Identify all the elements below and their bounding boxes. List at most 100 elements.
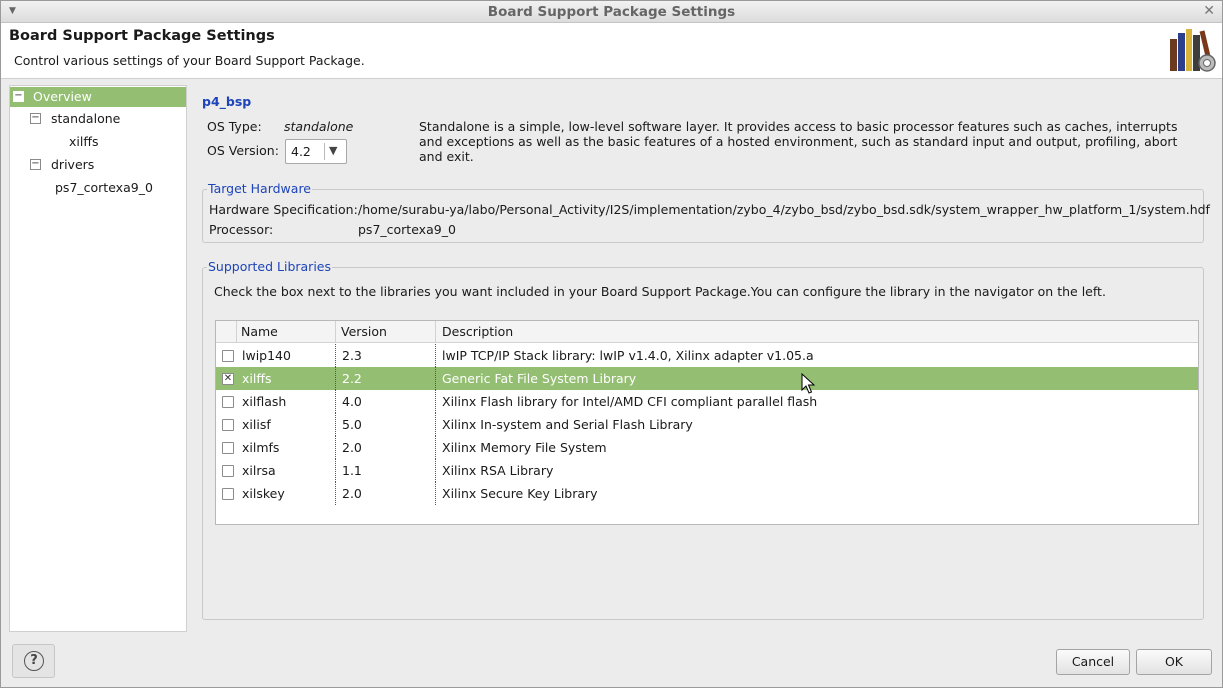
supported-libraries-group: Supported Libraries Check the box next t… [202, 259, 1204, 620]
dialog-header: Board Support Package Settings Control v… [1, 23, 1222, 79]
select-divider [324, 143, 325, 160]
os-version-value: 4.2 [291, 144, 311, 159]
cell-divider [435, 390, 436, 413]
column-divider [435, 321, 436, 343]
library-version: 2.0 [342, 486, 362, 501]
title-bar: ▼ Board Support Package Settings ✕ [1, 1, 1222, 23]
os-type-value: standalone [284, 119, 354, 134]
library-version: 2.3 [342, 348, 362, 363]
cell-divider [435, 413, 436, 436]
cell-divider [435, 367, 436, 390]
collapse-icon[interactable]: − [30, 159, 41, 170]
close-icon[interactable]: ✕ [1203, 3, 1215, 19]
library-name: xilffs [242, 371, 272, 386]
libraries-table: Name Version Description lwip140 2.3 lwI… [215, 320, 1199, 525]
os-version-label: OS Version: [207, 143, 279, 158]
table-row[interactable]: xilskey 2.0 Xilinx Secure Key Library [216, 482, 1198, 505]
column-divider [335, 321, 336, 343]
supported-libraries-title: Supported Libraries [207, 259, 332, 274]
libraries-instructions: Check the box next to the libraries you … [214, 284, 1106, 299]
library-version: 2.0 [342, 440, 362, 455]
column-divider [236, 321, 237, 343]
library-checkbox[interactable]: ✕ [222, 373, 234, 385]
os-type-label: OS Type: [207, 119, 262, 134]
processor-label: Processor: [209, 222, 274, 237]
header-title: Board Support Package Settings [9, 28, 275, 44]
cell-divider [435, 482, 436, 505]
library-checkbox[interactable] [222, 465, 234, 477]
nav-item-label: Overview [33, 89, 92, 104]
cell-divider [435, 459, 436, 482]
nav-item-overview[interactable]: − Overview [10, 87, 186, 107]
table-row[interactable]: xilisf 5.0 Xilinx In-system and Serial F… [216, 413, 1198, 436]
cell-divider [335, 390, 336, 413]
mouse-pointer-icon [801, 373, 815, 394]
library-name: xilskey [242, 486, 285, 501]
cell-divider [335, 436, 336, 459]
library-checkbox[interactable] [222, 419, 234, 431]
dropdown-arrow-icon[interactable]: ▼ [329, 144, 337, 157]
column-name[interactable]: Name [241, 321, 278, 343]
bsp-settings-dialog: ▼ Board Support Package Settings ✕ Board… [0, 0, 1223, 688]
library-description: Xilinx Flash library for Intel/AMD CFI c… [442, 394, 818, 409]
library-name: xilflash [242, 394, 287, 409]
cell-divider [435, 344, 436, 367]
target-hardware-group: Target Hardware Hardware Specification: … [202, 181, 1210, 243]
nav-item-label: ps7_cortexa9_0 [55, 180, 153, 195]
library-name: xilrsa [242, 463, 276, 478]
library-description: lwIP TCP/IP Stack library: lwIP v1.4.0, … [442, 348, 814, 363]
overview-panel: p4_bsp OS Type: standalone OS Version: 4… [194, 85, 1212, 633]
cell-divider [335, 367, 336, 390]
bsp-navigator: − Overview − standalone xilffs − drivers… [9, 85, 187, 632]
column-version[interactable]: Version [341, 321, 387, 343]
header-description: Control various settings of your Board S… [14, 53, 365, 68]
table-header: Name Version Description [216, 321, 1198, 343]
library-checkbox[interactable] [222, 488, 234, 500]
help-icon: ? [24, 651, 44, 671]
nav-item-ps7-cortexa9-0[interactable]: ps7_cortexa9_0 [55, 178, 153, 198]
nav-item-xilffs[interactable]: xilffs [69, 132, 98, 152]
library-checkbox[interactable] [222, 442, 234, 454]
table-row[interactable]: xilmfs 2.0 Xilinx Memory File System [216, 436, 1198, 459]
hw-spec-label: Hardware Specification: [209, 202, 358, 217]
library-description: Xilinx In-system and Serial Flash Librar… [442, 417, 693, 432]
library-version: 5.0 [342, 417, 362, 432]
os-version-select[interactable]: 4.2 ▼ [285, 139, 347, 164]
cell-divider [335, 344, 336, 367]
library-version: 1.1 [342, 463, 362, 478]
collapse-icon[interactable]: − [13, 91, 24, 102]
library-checkbox[interactable] [222, 396, 234, 408]
nav-item-label: drivers [51, 157, 95, 172]
library-version: 4.0 [342, 394, 362, 409]
hw-spec-value: /home/surabu-ya/labo/Personal_Activity/I… [358, 202, 1210, 217]
cell-divider [335, 459, 336, 482]
library-checkbox[interactable] [222, 350, 234, 362]
help-button[interactable]: ? [12, 644, 55, 678]
cell-divider [335, 482, 336, 505]
library-name: xilisf [242, 417, 271, 432]
ok-button[interactable]: OK [1136, 649, 1212, 675]
table-row[interactable]: lwip140 2.3 lwIP TCP/IP Stack library: l… [216, 344, 1198, 367]
library-description: Xilinx Secure Key Library [442, 486, 598, 501]
nav-item-label: standalone [51, 111, 121, 126]
library-description: Generic Fat File System Library [442, 371, 637, 386]
library-description: Xilinx RSA Library [442, 463, 554, 478]
table-row[interactable]: xilrsa 1.1 Xilinx RSA Library [216, 459, 1198, 482]
cell-divider [335, 413, 336, 436]
books-gear-icon [1170, 29, 1216, 72]
collapse-icon[interactable]: − [30, 113, 41, 124]
column-description[interactable]: Description [442, 321, 513, 343]
processor-value: ps7_cortexa9_0 [358, 222, 456, 237]
os-description: Standalone is a simple, low-level softwa… [419, 119, 1178, 164]
cancel-button[interactable]: Cancel [1056, 649, 1130, 675]
table-row[interactable]: xilflash 4.0 Xilinx Flash library for In… [216, 390, 1198, 413]
table-row[interactable]: ✕ xilffs 2.2 Generic Fat File System Lib… [216, 367, 1198, 390]
bsp-name: p4_bsp [202, 94, 252, 109]
cell-divider [435, 436, 436, 459]
library-description: Xilinx Memory File System [442, 440, 607, 455]
library-name: xilmfs [242, 440, 280, 455]
library-version: 2.2 [342, 371, 362, 386]
nav-item-label: xilffs [69, 134, 99, 149]
window-title: Board Support Package Settings [487, 4, 736, 20]
library-name: lwip140 [242, 348, 291, 363]
